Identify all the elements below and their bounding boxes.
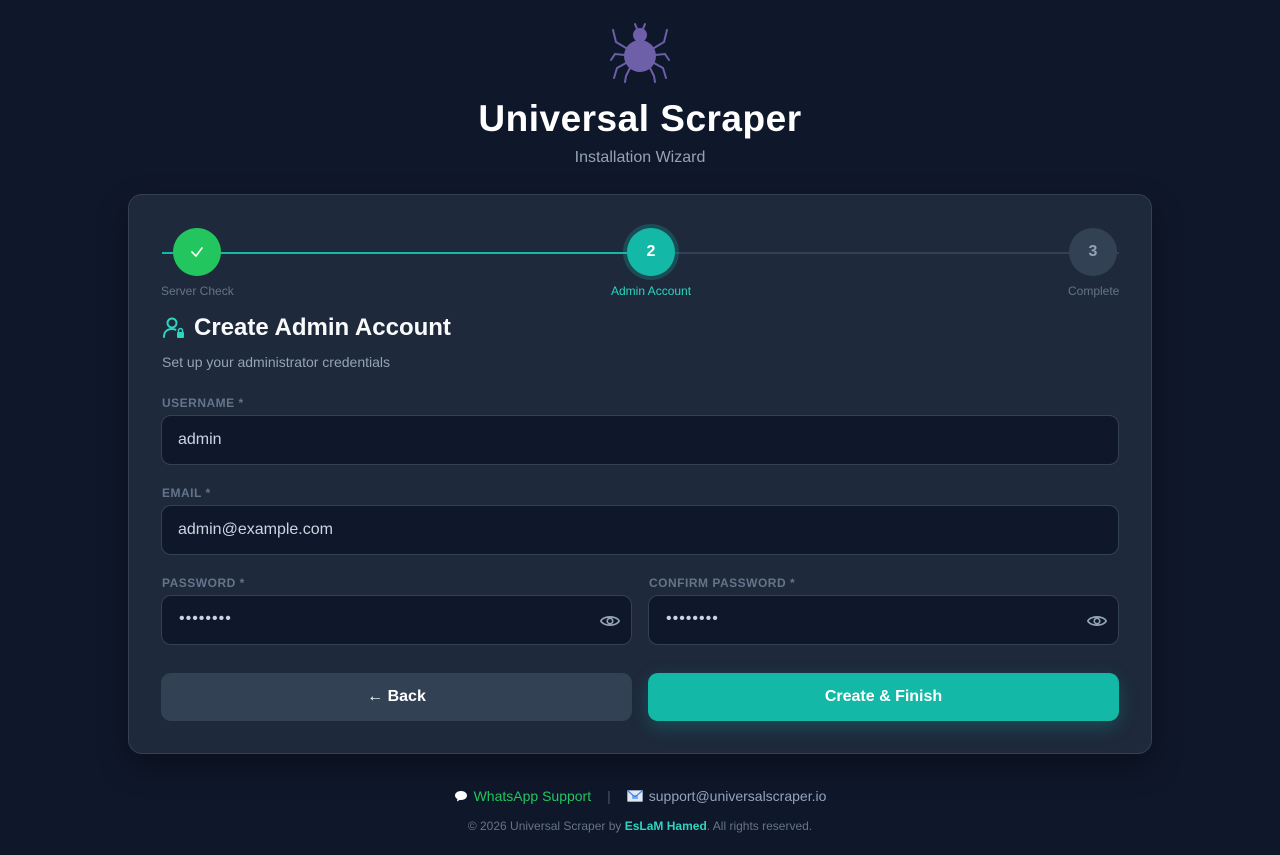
username-input[interactable] — [161, 415, 1119, 465]
eye-icon[interactable] — [599, 610, 621, 632]
step-1-label: Server Check — [161, 284, 234, 298]
step-2-circle: 2 — [627, 228, 675, 276]
footer-links: WhatsApp Support | support@universalscra… — [0, 788, 1280, 804]
step-3-label: Complete — [1068, 284, 1120, 298]
email-input[interactable] — [161, 505, 1119, 555]
section-title: Create Admin Account — [194, 314, 451, 341]
app-subtitle: Installation Wizard — [574, 149, 706, 166]
wizard-card: 2 3 Server Check Admin Account Complete … — [128, 194, 1152, 754]
user-lock-icon — [163, 317, 184, 338]
copyright-suffix: . All rights reserved. — [706, 819, 813, 833]
step-2-label: Admin Account — [611, 284, 692, 298]
check-icon — [191, 247, 203, 257]
speech-bubble-icon — [454, 791, 467, 802]
whatsapp-support-link[interactable]: WhatsApp Support — [454, 788, 592, 804]
copyright: © 2026 Universal Scraper by EsLaM Hamed.… — [0, 819, 1280, 833]
username-label: USERNAME * — [162, 396, 244, 410]
support-email-link[interactable]: support@universalscraper.io — [626, 788, 827, 804]
app-title: Universal Scraper — [478, 98, 802, 139]
support-email: support@universalscraper.io — [648, 788, 827, 804]
step-1-circle — [173, 228, 221, 276]
envelope-icon — [626, 790, 643, 802]
confirm-password-input[interactable]: •••••••• — [648, 595, 1119, 645]
stepper-progress — [162, 252, 652, 254]
author-link[interactable]: EsLaM Hamed — [625, 819, 707, 833]
eye-icon[interactable] — [1086, 610, 1108, 632]
section-heading: Create Admin Account — [162, 314, 451, 342]
whatsapp-label: WhatsApp Support — [473, 788, 592, 804]
confirm-password-label: CONFIRM PASSWORD * — [649, 576, 796, 590]
back-button[interactable]: ← Back — [161, 673, 632, 721]
spider-icon — [610, 23, 670, 83]
email-label: EMAIL * — [162, 486, 211, 500]
copyright-prefix: © 2026 Universal Scraper by — [467, 819, 625, 833]
password-label: PASSWORD * — [162, 576, 245, 590]
step-3-circle: 3 — [1069, 228, 1117, 276]
confirm-password-value: •••••••• — [666, 610, 719, 627]
section-description: Set up your administrator credentials — [162, 354, 390, 370]
footer-separator: | — [607, 788, 611, 804]
create-finish-button[interactable]: Create & Finish — [648, 673, 1119, 721]
password-input[interactable]: •••••••• — [161, 595, 632, 645]
password-value: •••••••• — [179, 610, 232, 627]
